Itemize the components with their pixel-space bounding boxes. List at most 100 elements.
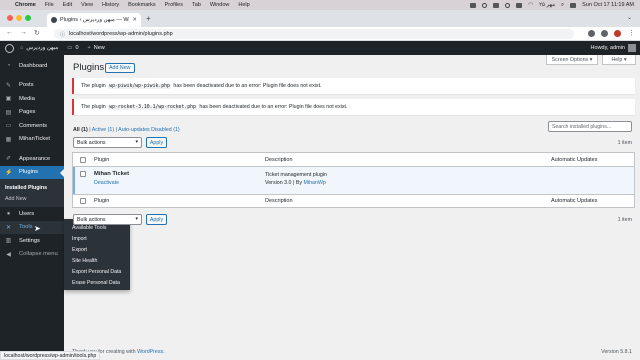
new-label: New	[93, 45, 105, 51]
filter-auto-updates-disabled[interactable]: Auto-updates Disabled (1)	[118, 127, 180, 133]
row-checkbox[interactable]	[80, 171, 86, 177]
admin-sidebar: ◔ Dashboard ✎ Posts ▣ Media ▤ Pages ▭ Co…	[0, 55, 64, 360]
new-tab-icon[interactable]: +	[146, 14, 151, 23]
collapse-icon: ◀	[6, 251, 11, 258]
sidebar-item-posts[interactable]: ✎ Posts	[0, 79, 64, 93]
sidebar-item-pages[interactable]: ▤ Pages	[0, 106, 64, 120]
collapse-menu-button[interactable]: ◀ Collapse menu	[0, 248, 64, 262]
help-button[interactable]: Help ▾	[602, 55, 636, 65]
filter-all[interactable]: All (1)	[73, 127, 88, 133]
main-content: Screen Options ▾ Help ▾ Plugins Add New …	[64, 55, 640, 360]
plugin-author-link[interactable]: MihanWp	[303, 180, 325, 186]
footer-period: .	[163, 349, 165, 355]
status-circle-icon[interactable]	[482, 2, 488, 8]
status-display-icon[interactable]	[493, 2, 500, 8]
menu-view[interactable]: View	[81, 2, 93, 8]
more-menu-icon[interactable]: ⋮	[628, 29, 635, 37]
extension-icon[interactable]	[588, 30, 595, 37]
bulk-actions-select-bottom[interactable]: Bulk actions ▾	[73, 214, 142, 225]
menu-history[interactable]: History	[102, 2, 119, 8]
search-icon[interactable]: ⌕	[561, 2, 564, 9]
bulk-actions-select[interactable]: Bulk actions ▾	[73, 137, 142, 148]
minimize-window-icon[interactable]	[16, 15, 22, 21]
chevron-down-icon: ▾	[135, 139, 138, 145]
menu-bookmarks[interactable]: Bookmarks	[128, 2, 156, 8]
sidebar-item-users[interactable]: ● Users	[0, 207, 64, 221]
sidebar-item-label: Collapse menu	[19, 251, 58, 258]
sidebar-item-plugins[interactable]: ⚡ Plugins	[0, 165, 64, 179]
wordpress-link[interactable]: WordPress	[137, 349, 163, 355]
browser-toolbar: ← → ↻ ⓘ localhost/wordpress/wp-admin/plu…	[0, 27, 640, 41]
url-text: localhost/wordpress/wp-admin/plugins.php	[69, 31, 173, 37]
plugins-table: Plugin Description Automatic Updates Mih…	[72, 152, 635, 208]
table-header: Plugin Description Automatic Updates	[73, 153, 634, 167]
wordpress-logo-icon[interactable]	[5, 43, 14, 53]
tab-search-icon[interactable]: ⌄	[627, 14, 632, 21]
menu-file[interactable]: File	[45, 2, 54, 8]
sidebar-item-comments[interactable]: ▭ Comments	[0, 119, 64, 133]
screen-options-button[interactable]: Screen Options ▾	[546, 55, 598, 65]
menu-clock[interactable]: Sun Oct 17 11:19 AM	[582, 2, 634, 8]
plugin-description: Ticket management plugin	[265, 172, 327, 178]
back-icon[interactable]: ←	[6, 29, 13, 36]
menu-chrome[interactable]: Chrome	[15, 2, 36, 8]
info-icon[interactable]: ⓘ	[60, 31, 65, 38]
menu-profiles[interactable]: Profiles	[165, 2, 183, 8]
sidebar-item-tools[interactable]: ✕ Tools	[0, 220, 64, 234]
zoom-window-icon[interactable]	[25, 15, 31, 21]
sidebar-item-settings[interactable]: ▥ Settings	[0, 234, 64, 248]
filter-active[interactable]: Active (1)	[92, 127, 114, 133]
apply-button-bottom[interactable]: Apply	[146, 214, 167, 225]
status-app-icon[interactable]	[470, 2, 477, 8]
menu-help[interactable]: Help	[238, 2, 249, 8]
status-play-icon[interactable]	[505, 2, 511, 8]
settings-icon: ▥	[5, 238, 12, 245]
item-count-bottom: 1 item	[617, 217, 632, 223]
tab-title: Plugins ‹ میهن وردپرس — WordP	[60, 17, 129, 23]
menu-window[interactable]: Window	[210, 2, 230, 8]
profile-avatar-icon[interactable]	[614, 30, 621, 37]
control-center-icon[interactable]	[570, 2, 577, 8]
pin-icon: ✎	[5, 82, 12, 89]
new-content-link[interactable]: + New	[88, 45, 105, 51]
plug-icon: ⚡	[5, 169, 13, 176]
forward-icon[interactable]: →	[20, 29, 27, 36]
apply-button[interactable]: Apply	[146, 137, 167, 148]
window-controls	[7, 15, 31, 21]
notice-text: has been deactivated due to an error: Pl…	[199, 104, 348, 110]
select-all-checkbox[interactable]	[80, 156, 86, 163]
address-bar[interactable]: ⓘ localhost/wordpress/wp-admin/plugins.p…	[54, 29, 574, 39]
howdy-text: Howdy, admin	[590, 45, 625, 51]
submenu-add-new[interactable]: Add New	[0, 193, 64, 204]
deactivate-link[interactable]: Deactivate	[94, 180, 265, 186]
wifi-icon[interactable]: ◠	[528, 2, 533, 8]
sidebar-item-dashboard[interactable]: ◔ Dashboard	[0, 59, 64, 73]
plugin-status-filters: All (1) | Active (1) | Auto-updates Disa…	[73, 127, 180, 133]
error-notice: The plugin wp-rocket-3.10.1/wp-rocket.ph…	[72, 99, 635, 115]
reload-icon[interactable]: ↻	[34, 29, 40, 37]
puzzle-icon[interactable]	[601, 30, 608, 37]
account-menu[interactable]: Howdy, admin	[591, 44, 636, 52]
sidebar-item-label: Users	[19, 210, 35, 217]
menu-tab[interactable]: Tab	[192, 2, 201, 8]
select-all-checkbox-footer[interactable]	[80, 198, 86, 204]
sidebar-item-appearance[interactable]: ✐ Appearance	[0, 152, 64, 166]
table-footer: Plugin Description Automatic Updates	[73, 194, 634, 207]
battery-icon[interactable]	[516, 2, 523, 8]
site-name-link[interactable]: ⌂ میهن وردپرس	[20, 45, 58, 51]
browser-tab[interactable]: Plugins ‹ میهن وردپرس — WordP ✕	[47, 13, 141, 27]
site-name: میهن وردپرس	[26, 45, 59, 51]
ticket-icon: ▦	[5, 136, 12, 143]
search-plugins-input[interactable]: Search installed plugins...	[548, 121, 632, 132]
add-new-plugin-button[interactable]: Add New	[105, 63, 135, 73]
close-tab-icon[interactable]: ✕	[132, 17, 137, 23]
page-icon: ▤	[5, 109, 12, 116]
sidebar-item-media[interactable]: ▣ Media	[0, 92, 64, 106]
comments-link[interactable]: ▭ 0	[67, 45, 78, 51]
persian-date[interactable]: ۲۵ مهر	[539, 2, 555, 8]
close-window-icon[interactable]	[7, 15, 13, 21]
sidebar-item-mihanticket[interactable]: ▦ MihanTicket	[0, 133, 64, 147]
page-title: Plugins	[73, 62, 105, 73]
menu-edit[interactable]: Edit	[63, 2, 72, 8]
submenu-installed-plugins[interactable]: Installed Plugins	[0, 182, 64, 193]
